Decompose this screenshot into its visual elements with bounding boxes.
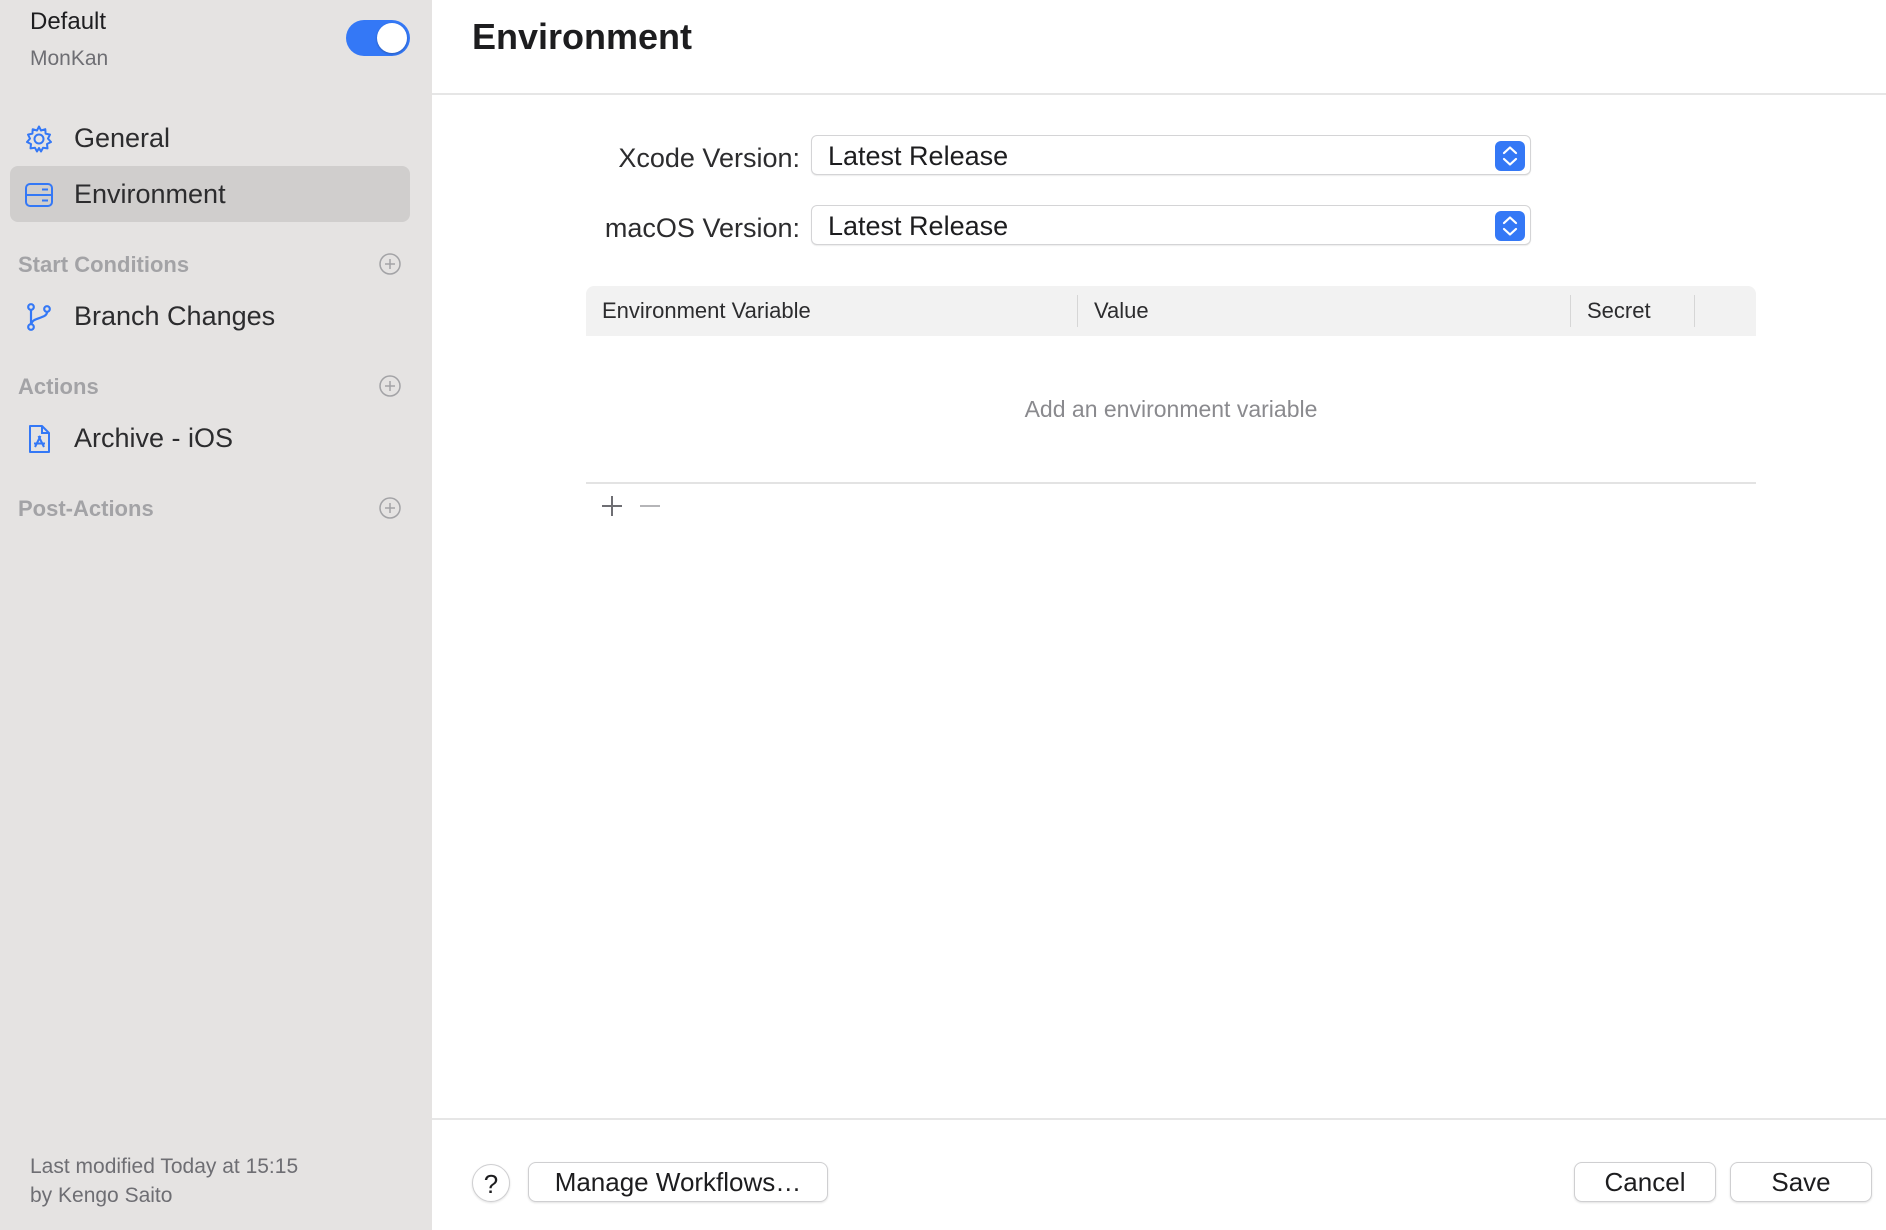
empty-table-placeholder: Add an environment variable: [1024, 396, 1318, 422]
app-store-icon: [29, 425, 50, 453]
xcode-version-row: Xcode Version: Latest Release: [432, 135, 1886, 179]
last-modified-author: by Kengo Saito: [30, 1184, 173, 1207]
macos-version-label: macOS Version:: [604, 213, 800, 243]
section-start-conditions: Start Conditions: [18, 248, 410, 282]
header-divider: [432, 93, 1886, 95]
column-header-value[interactable]: Value: [1094, 298, 1149, 324]
column-header-environment-variable[interactable]: Environment Variable: [602, 298, 811, 324]
sidebar: Default MonKan General Environment Start: [0, 0, 432, 1230]
last-modified-time: Last modified Today at 15:15: [30, 1155, 299, 1178]
add-variable-icon[interactable]: [597, 491, 627, 521]
page-title: Environment: [472, 16, 693, 57]
sidebar-item-general[interactable]: General: [10, 110, 410, 166]
sidebar-item-environment[interactable]: Environment: [10, 166, 410, 222]
section-title: Start Conditions: [18, 252, 190, 277]
xcode-version-label: Xcode Version:: [618, 143, 800, 173]
help-button[interactable]: ?: [472, 1164, 510, 1202]
toggle-knob: [377, 23, 407, 53]
section-actions: Actions: [18, 370, 410, 404]
add-action-icon[interactable]: [378, 374, 402, 398]
macos-version-select[interactable]: Latest Release: [811, 205, 1531, 245]
environment-variables-table: Environment Variable Value Secret Add an…: [586, 286, 1756, 484]
table-bottom-border: [586, 482, 1756, 484]
main-panel: Environment Xcode Version: Latest Releas…: [432, 0, 1886, 1230]
add-post-action-icon[interactable]: [378, 496, 402, 520]
column-divider: [1077, 295, 1078, 327]
cancel-button[interactable]: Cancel: [1574, 1162, 1716, 1202]
workflow-enabled-toggle[interactable]: [346, 20, 410, 56]
xcode-version-value: Latest Release: [828, 141, 1009, 171]
xcode-version-select[interactable]: Latest Release: [811, 135, 1531, 175]
sidebar-item-label: Archive - iOS: [74, 423, 234, 453]
sidebar-item-label: General: [74, 123, 171, 153]
sidebar-item-label: Branch Changes: [74, 301, 276, 331]
manage-workflows-button[interactable]: Manage Workflows…: [528, 1162, 828, 1202]
column-divider: [1694, 295, 1695, 327]
table-header: Environment Variable Value Secret: [586, 286, 1756, 336]
macos-version-value: Latest Release: [828, 211, 1009, 241]
remove-variable-icon[interactable]: [635, 491, 665, 521]
server-icon: [25, 183, 53, 207]
chevron-up-down-icon: [1495, 211, 1525, 241]
column-header-secret[interactable]: Secret: [1587, 298, 1651, 324]
last-modified-info: Last modified Today at 15:15 by Kengo Sa…: [30, 1152, 298, 1210]
chevron-up-down-icon: [1495, 141, 1525, 171]
section-title: Post-Actions: [18, 496, 154, 521]
footer-divider: [432, 1118, 1886, 1120]
workflow-product: MonKan: [30, 47, 109, 70]
macos-version-row: macOS Version: Latest Release: [432, 205, 1886, 249]
sidebar-item-branch-changes[interactable]: Branch Changes: [10, 288, 410, 344]
save-button[interactable]: Save: [1730, 1162, 1872, 1202]
sidebar-item-label: Environment: [74, 179, 226, 209]
section-title: Actions: [18, 374, 99, 399]
gear-icon: [26, 125, 52, 153]
workflow-header: Default MonKan: [30, 6, 410, 72]
column-divider: [1570, 295, 1571, 327]
workflow-title: Default: [30, 8, 107, 35]
sidebar-item-archive-ios[interactable]: Archive - iOS: [10, 410, 410, 466]
section-post-actions: Post-Actions: [18, 492, 410, 526]
add-start-condition-icon[interactable]: [378, 252, 402, 276]
branch-icon: [27, 303, 51, 331]
